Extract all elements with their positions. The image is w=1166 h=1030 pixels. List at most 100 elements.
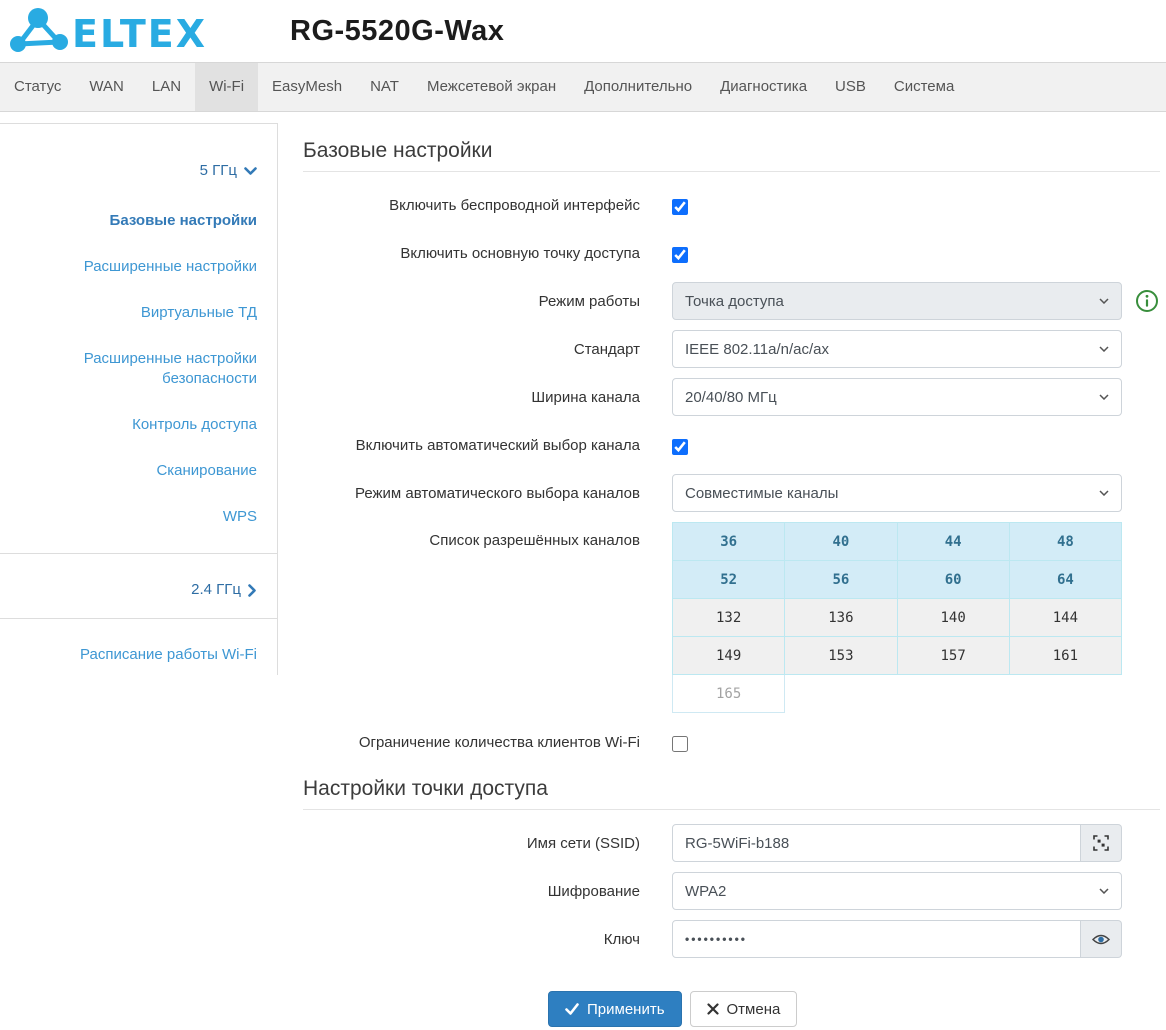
encryption-select[interactable]: WPA2 [672, 872, 1122, 910]
encryption-label: Шифрование [547, 882, 640, 900]
tab-firewall[interactable]: Межсетевой экран [413, 63, 570, 111]
channel-cell[interactable]: 149 [671, 636, 786, 675]
bandwidth-select[interactable]: 20/40/80 МГц [672, 378, 1122, 416]
chevron-right-icon [248, 583, 257, 597]
channel-cell[interactable]: 56 [784, 560, 898, 599]
channel-cell[interactable]: 157 [896, 636, 1010, 675]
ssid-input[interactable] [672, 824, 1081, 862]
ap-enable-label: Включить основную точку доступа [400, 244, 640, 262]
auto-channel-mode-label: Режим автоматического выбора каналов [354, 484, 640, 502]
client-limit-checkbox[interactable] [672, 735, 688, 752]
sidebar-group-24ghz[interactable]: 2.4 ГГц [30, 580, 257, 600]
sidebar: 5 ГГц Базовые настройки Расширенные наст… [0, 112, 278, 1027]
row-ap-enable: Включить основную точку доступа [303, 234, 1160, 272]
channel-cell[interactable]: 140 [896, 598, 1010, 637]
sidebar-divider [0, 553, 277, 554]
close-icon [706, 1003, 719, 1015]
top-nav: Статус WAN LAN Wi-Fi EasyMesh NAT Межсет… [0, 62, 1166, 112]
sidebar-item-virtual-ap[interactable]: Виртуальные ТД [30, 303, 257, 323]
sidebar-item-scanning[interactable]: Сканирование [30, 461, 257, 481]
check-icon [565, 1003, 579, 1015]
tab-usb[interactable]: USB [821, 63, 880, 111]
eye-icon [1092, 933, 1110, 946]
client-limit-label: Ограничение количества клиентов Wi-Fi [358, 733, 640, 751]
qr-code-icon [1093, 835, 1109, 851]
tab-lan[interactable]: LAN [138, 63, 195, 111]
chevron-down-icon [1099, 298, 1109, 304]
channel-cell-empty [897, 675, 1009, 713]
key-input[interactable] [672, 920, 1081, 958]
chevron-down-icon [1099, 394, 1109, 400]
channel-cell[interactable]: 44 [896, 522, 1010, 561]
ssid-label: Имя сети (SSID) [526, 834, 640, 852]
tab-wifi[interactable]: Wi-Fi [195, 63, 259, 111]
auto-channel-mode-select[interactable]: Совместимые каналы [672, 474, 1122, 512]
chevron-down-icon [244, 166, 257, 176]
channel-cell-empty [785, 675, 897, 713]
apply-button[interactable]: Применить [548, 991, 682, 1027]
row-client-limit: Ограничение количества клиентов Wi-Fi [303, 723, 1160, 761]
tab-easymesh[interactable]: EasyMesh [258, 63, 356, 111]
row-mode: Режим работы Точка доступа [303, 282, 1160, 320]
show-password-button[interactable] [1081, 920, 1122, 958]
eltex-logo-icon: ELTEX [8, 7, 218, 55]
allowed-channels-label: Список разрешённых каналов [429, 532, 640, 549]
chevron-down-icon [1099, 346, 1109, 352]
row-auto-channel: Включить автоматический выбор канала [303, 426, 1160, 464]
sidebar-item-wps[interactable]: WPS [30, 507, 257, 527]
channel-row: 52 56 60 64 [671, 560, 1123, 599]
standard-label: Стандарт [573, 340, 640, 358]
cancel-button[interactable]: Отмена [689, 991, 798, 1027]
row-key: Ключ [303, 920, 1160, 958]
auto-channel-checkbox[interactable] [672, 438, 688, 455]
tab-diagnostics[interactable]: Диагностика [706, 63, 821, 111]
key-input-group [672, 920, 1122, 958]
chevron-down-icon [1099, 490, 1109, 496]
channel-cell[interactable]: 153 [784, 636, 898, 675]
main-panel: Базовые настройки Включить беспроводной … [278, 112, 1166, 1027]
channel-cell[interactable]: 48 [1008, 522, 1123, 561]
page-title: RG-5520G-Wax [290, 14, 505, 47]
channel-cell[interactable]: 136 [784, 598, 898, 637]
channel-cell[interactable]: 64 [1008, 560, 1123, 599]
row-bandwidth: Ширина канала 20/40/80 МГц [303, 378, 1160, 416]
sidebar-divider [0, 618, 277, 619]
header: ELTEX RG-5520G-Wax [0, 0, 1166, 62]
channel-cell[interactable]: 161 [1008, 636, 1123, 675]
section-title-ap: Настройки точки доступа [303, 777, 1160, 810]
wireless-enable-checkbox[interactable] [672, 198, 688, 215]
channel-cell[interactable]: 144 [1008, 598, 1123, 637]
sidebar-item-advanced-settings[interactable]: Расширенные настройки [30, 257, 257, 277]
channel-row: 36 40 44 48 [671, 522, 1123, 561]
channel-cell[interactable]: 165 [671, 674, 786, 713]
channel-cell[interactable]: 52 [671, 560, 786, 599]
wireless-enable-label: Включить беспроводной интерфейс [389, 196, 640, 214]
bandwidth-label: Ширина канала [531, 388, 640, 406]
sidebar-item-wifi-schedule[interactable]: Расписание работы Wi-Fi [30, 645, 257, 665]
sidebar-item-advanced-security[interactable]: Расширенные настройки безопасности [30, 349, 257, 389]
channel-cell[interactable]: 40 [784, 522, 898, 561]
sidebar-group-5ghz[interactable]: 5 ГГц [30, 161, 257, 181]
sidebar-item-basic-settings[interactable]: Базовые настройки [30, 211, 257, 231]
row-allowed-channels: Список разрешённых каналов 36 40 44 48 5… [303, 522, 1160, 713]
tab-nat[interactable]: NAT [356, 63, 413, 111]
tab-additional[interactable]: Дополнительно [570, 63, 706, 111]
tab-wan[interactable]: WAN [75, 63, 137, 111]
row-auto-channel-mode: Режим автоматического выбора каналов Сов… [303, 474, 1160, 512]
row-encryption: Шифрование WPA2 [303, 872, 1160, 910]
channel-table: 36 40 44 48 52 56 60 64 132 136 140 144 [671, 522, 1123, 713]
channel-cell-empty [1009, 675, 1121, 713]
tab-system[interactable]: Система [880, 63, 968, 111]
qr-code-button[interactable] [1081, 824, 1122, 862]
channel-cell[interactable]: 36 [671, 522, 786, 561]
sidebar-item-access-control[interactable]: Контроль доступа [30, 415, 257, 435]
channel-cell[interactable]: 60 [896, 560, 1010, 599]
info-icon[interactable] [1135, 289, 1159, 313]
channel-row: 165 [671, 674, 1122, 713]
standard-select[interactable]: IEEE 802.11a/n/ac/ax [672, 330, 1122, 368]
tab-status[interactable]: Статус [0, 63, 75, 111]
row-ssid: Имя сети (SSID) [303, 824, 1160, 862]
mode-label: Режим работы [538, 292, 640, 310]
ap-enable-checkbox[interactable] [672, 246, 688, 263]
channel-cell[interactable]: 132 [671, 598, 786, 637]
